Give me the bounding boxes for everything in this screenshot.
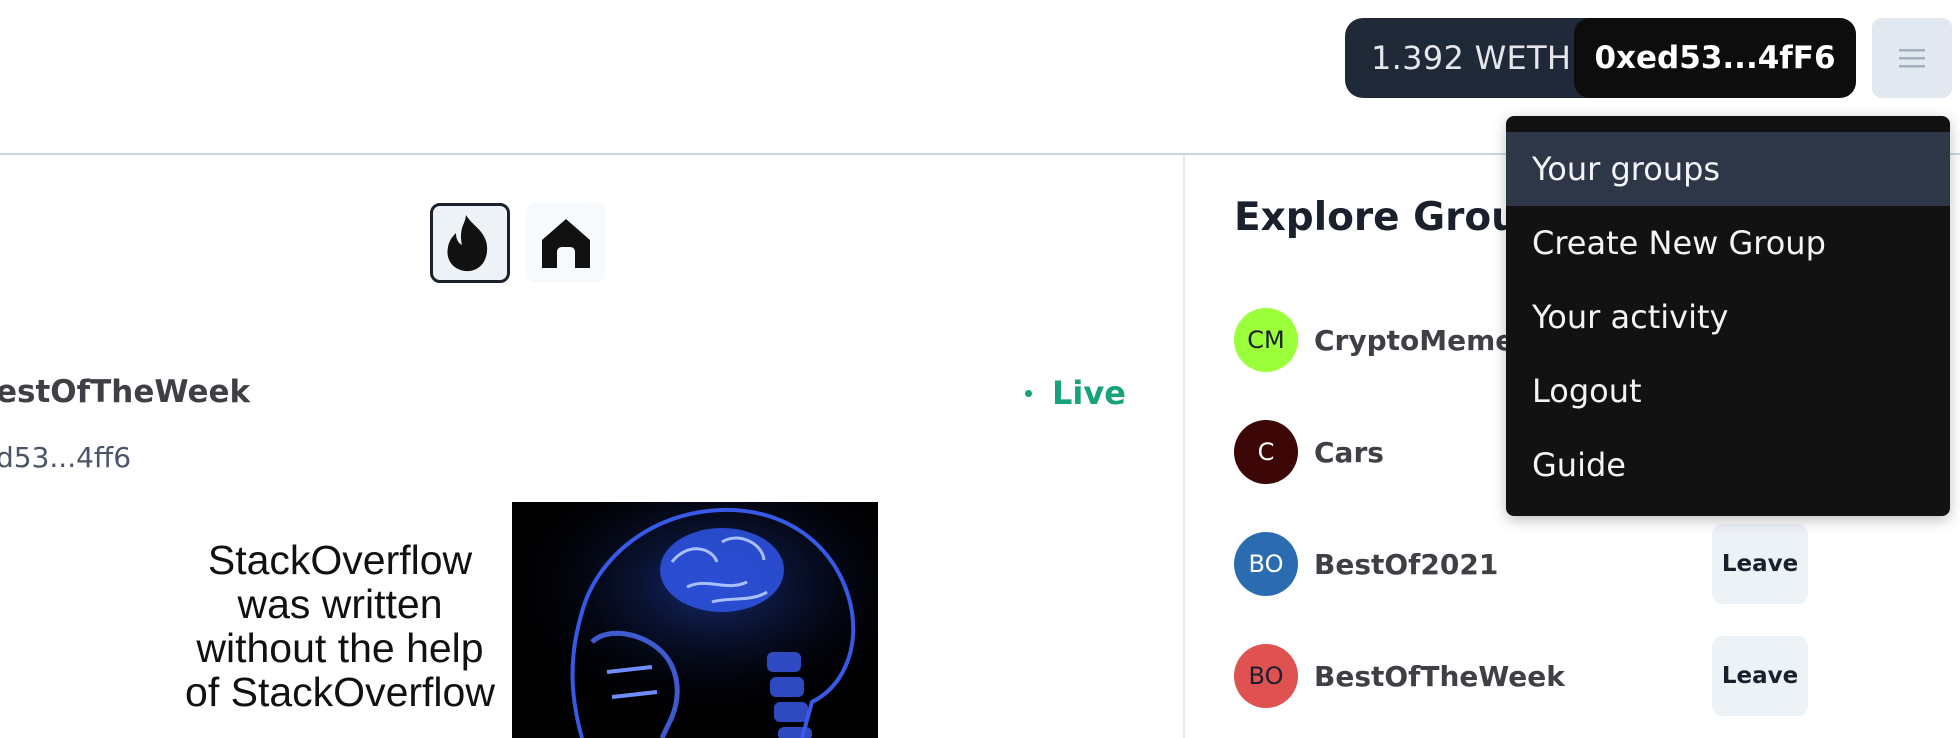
avatar: BO [1234,644,1298,708]
avatar: BO [1234,532,1298,596]
avatar: C [1234,420,1298,484]
group-name[interactable]: BestOfTheWeek [1314,660,1565,693]
avatar: CM [1234,308,1298,372]
group-name[interactable]: CryptoMemes [1314,324,1531,357]
weth-balance: 1.392 WETH [1371,39,1572,77]
menu-item-your-activity[interactable]: Your activity [1506,280,1950,354]
post-author-address: d53...4ff6 [0,441,132,474]
user-dropdown-menu: Your groups Create New Group Your activi… [1506,116,1950,516]
group-name[interactable]: Cars [1314,436,1384,469]
wallet-widget: 1.392 WETH 0xed53...4fF6 [1345,18,1856,98]
xray-skull-brain-picture [512,502,878,738]
menu-item-guide[interactable]: Guide [1506,428,1950,502]
flame-icon [447,215,488,272]
wallet-address-button[interactable]: 0xed53...4fF6 [1574,18,1856,98]
meme-image[interactable]: StackOverflow was written without the he… [175,502,878,738]
tab-hot[interactable] [430,203,510,283]
leave-button[interactable]: Leave [1712,524,1808,604]
menu-button[interactable] [1872,18,1952,98]
live-dot-icon [1025,389,1032,397]
leave-button[interactable]: Leave [1712,636,1808,716]
menu-item-create-new-group[interactable]: Create New Group [1506,206,1950,280]
group-row-bestoftheweek[interactable]: BO BestOfTheWeek Leave [1234,636,1814,716]
group-name[interactable]: BestOf2021 [1314,548,1498,581]
live-label: Live [1052,374,1126,412]
tab-home[interactable] [526,203,606,283]
menu-item-logout[interactable]: Logout [1506,354,1950,428]
meme-caption: StackOverflow was written without the he… [185,537,495,715]
live-status: Live [1025,374,1126,412]
menu-item-your-groups[interactable]: Your groups [1506,132,1950,206]
home-icon [542,219,590,268]
post-group-name[interactable]: estOfTheWeek [0,374,250,410]
hamburger-icon [1899,49,1925,68]
column-divider [1183,155,1185,738]
group-row-bestof2021[interactable]: BO BestOf2021 Leave [1234,524,1814,604]
